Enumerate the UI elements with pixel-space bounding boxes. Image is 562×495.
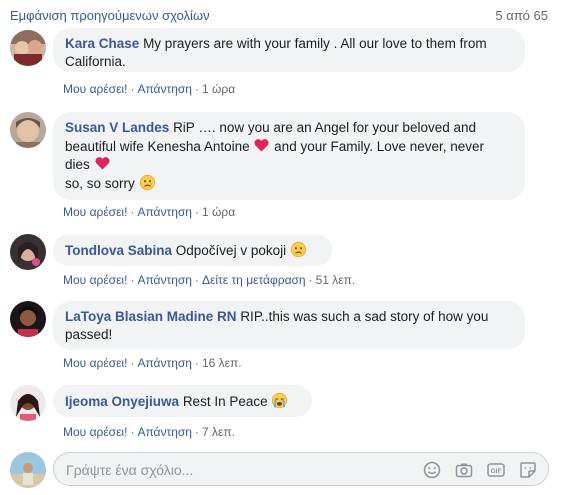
- comment-timestamp[interactable]: 1 ώρα: [202, 82, 235, 96]
- comment-actions: Μου αρέσει! · Απάντηση · 16 λεπ.: [63, 356, 242, 370]
- comment-author[interactable]: Ijeoma Onyejiuwa: [65, 394, 179, 409]
- like-button[interactable]: Μου αρέσει!: [63, 82, 127, 96]
- avatar-photo-icon: [10, 301, 46, 337]
- comment-bubble: Susan V Landes RiP …. now you are an Ang…: [53, 112, 525, 200]
- current-user-avatar[interactable]: [10, 452, 46, 488]
- comment-text: passed!: [65, 326, 113, 342]
- sad-face-emoji-icon: [290, 241, 306, 258]
- svg-text:GIF: GIF: [491, 468, 502, 475]
- avatar[interactable]: [10, 301, 46, 337]
- see-translation-link[interactable]: Δείτε τη μετάφραση: [202, 273, 306, 287]
- comment-actions: Μου αρέσει! · Απάντηση · 1 ώρα: [63, 205, 236, 219]
- comment-text: Rest In Peace: [182, 394, 268, 409]
- comment: Susan V Landes RiP …. now you are an Ang…: [10, 112, 552, 222]
- composer-tools: GIF: [422, 460, 538, 480]
- sticker-icon[interactable]: [518, 460, 538, 480]
- comment-actions: Μου αρέσει! · Απάντηση · 7 λεπ.: [63, 425, 235, 439]
- comment-bubble: Kara Chase My prayers are with your fami…: [53, 28, 525, 72]
- comment-text: California.: [65, 53, 126, 69]
- red-heart-emoji-icon: [95, 157, 110, 170]
- comment-actions: Μου αρέσει! · Απάντηση · Δείτε τη μετάφραση ·…: [63, 273, 356, 287]
- red-heart-emoji-icon: [254, 138, 269, 151]
- comment-text: RiP …. now you are an Angel for your bel…: [173, 120, 477, 135]
- avatar-photo-icon: [10, 452, 46, 488]
- reply-button[interactable]: Απάντηση: [137, 273, 192, 287]
- gif-icon[interactable]: GIF: [486, 460, 506, 480]
- avatar[interactable]: [10, 234, 46, 270]
- like-button[interactable]: Μου αρέσει!: [63, 425, 127, 439]
- comment-text: RIP..this was such a sad story of how yo…: [240, 309, 489, 324]
- avatar-photo-icon: [10, 234, 46, 270]
- avatar[interactable]: [10, 30, 46, 66]
- comment-bubble: LaToya Blasian Madine RN RIP..this was s…: [53, 301, 525, 350]
- crying-face-emoji-icon: [272, 392, 288, 409]
- comment-author[interactable]: Kara Chase: [65, 36, 139, 51]
- avatar-photo-icon: [10, 112, 46, 148]
- like-button[interactable]: Μου αρέσει!: [63, 205, 127, 219]
- like-button[interactable]: Μου αρέσει!: [63, 273, 127, 287]
- comment-timestamp[interactable]: 7 λεπ.: [202, 425, 235, 439]
- camera-icon[interactable]: [454, 460, 474, 480]
- view-previous-comments-link[interactable]: Εμφάνιση προηγούμενων σχολίων: [10, 8, 210, 23]
- comments-header: Εμφάνιση προηγούμενων σχολίων 5 από 65: [10, 6, 548, 24]
- comment-bubble: Tondlova Sabina Odpočívej v pokoji: [53, 234, 332, 266]
- avatar[interactable]: [10, 385, 46, 421]
- comment-author[interactable]: Susan V Landes: [65, 120, 169, 135]
- comment-input[interactable]: Γράψτε ένα σχόλιο... GIF: [53, 452, 549, 486]
- comment-actions: Μου αρέσει! · Απάντηση · 1 ώρα: [63, 82, 236, 96]
- comment: Tondlova Sabina Odpočívej v pokoji Μου α…: [10, 234, 552, 290]
- emoji-icon[interactable]: [422, 460, 442, 480]
- comment-bubble: Ijeoma Onyejiuwa Rest In Peace: [53, 385, 312, 417]
- comment-text: Odpočívej v pokoji: [175, 243, 287, 258]
- avatar[interactable]: [10, 112, 46, 148]
- comment-composer: Γράψτε ένα σχόλιο... GIF: [10, 452, 552, 488]
- reply-button[interactable]: Απάντηση: [137, 425, 192, 439]
- comment-text: and your Family. Love never, never: [274, 138, 485, 154]
- comment-input-placeholder: Γράψτε ένα σχόλιο...: [66, 462, 194, 478]
- reply-button[interactable]: Απάντηση: [137, 356, 192, 370]
- comment-text: dies: [65, 157, 90, 172]
- avatar-photo-icon: [10, 30, 46, 66]
- sad-face-emoji-icon: [139, 174, 155, 190]
- comment-timestamp[interactable]: 1 ώρα: [202, 205, 235, 219]
- comment-author[interactable]: LaToya Blasian Madine RN: [65, 309, 237, 324]
- comment-text: so, so sorry: [65, 175, 135, 191]
- reply-button[interactable]: Απάντηση: [137, 82, 192, 96]
- avatar-photo-icon: [10, 385, 46, 421]
- comment: LaToya Blasian Madine RN RIP..this was s…: [10, 301, 552, 373]
- comment-timestamp[interactable]: 51 λεπ.: [316, 273, 356, 287]
- comment-author[interactable]: Tondlova Sabina: [65, 243, 172, 258]
- comment: Kara Chase My prayers are with your fami…: [10, 28, 552, 100]
- comment-timestamp[interactable]: 16 λεπ.: [202, 356, 242, 370]
- reply-button[interactable]: Απάντηση: [137, 205, 192, 219]
- comment-count: 5 από 65: [495, 7, 548, 23]
- comment: Ijeoma Onyejiuwa Rest In Peace Μου αρέσε…: [10, 385, 552, 441]
- like-button[interactable]: Μου αρέσει!: [63, 356, 127, 370]
- comment-text: beautiful wife Kenesha Antoine: [65, 138, 250, 154]
- comment-text: My prayers are with your family . All ou…: [143, 36, 487, 51]
